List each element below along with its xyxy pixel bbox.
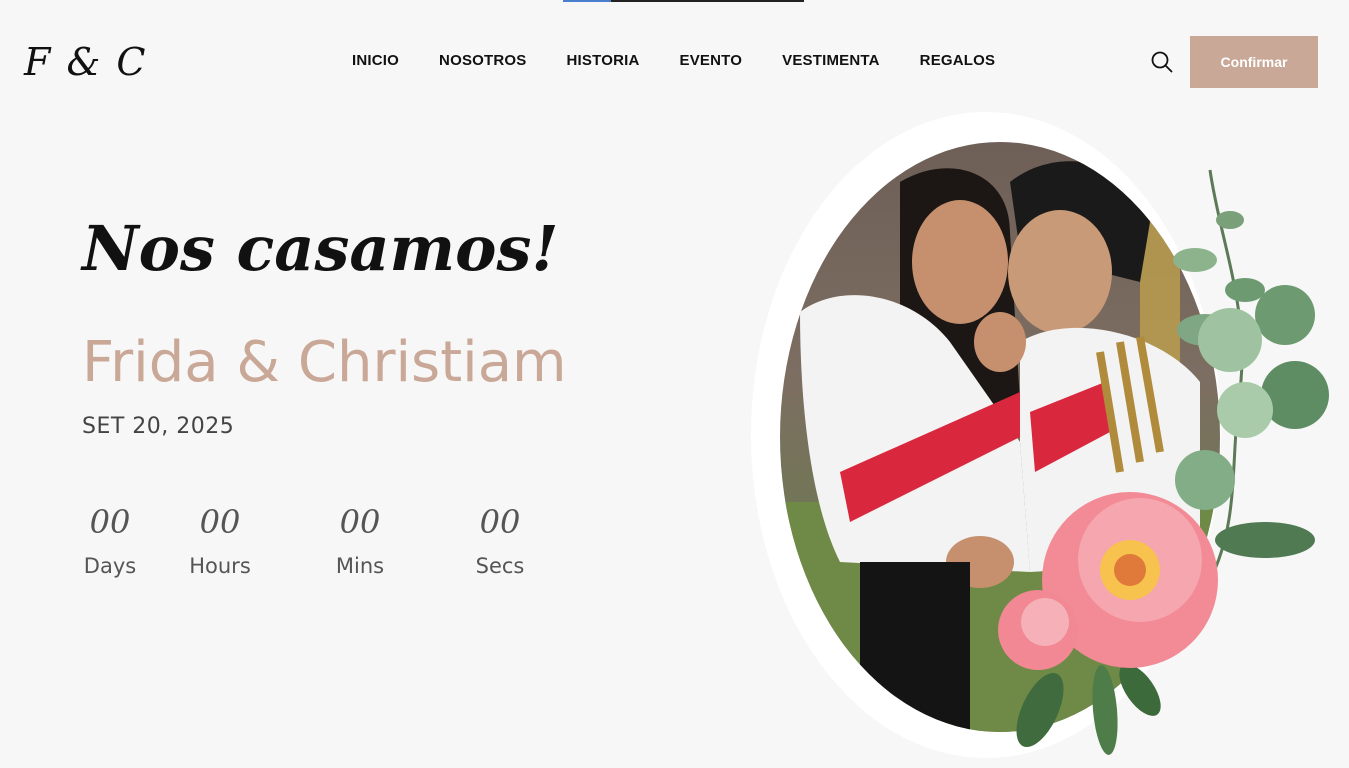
nav-evento[interactable]: EVENTO [680,52,743,69]
nav-historia[interactable]: HISTORIA [567,52,640,69]
countdown-days-label: Days [83,554,137,578]
couple-names: Frida & Christiam [82,330,567,395]
countdown-hours-value: 00 [199,503,241,541]
countdown-mins-label: Mins [335,554,385,578]
countdown-mins-value: 00 [339,503,381,541]
wedding-date: SET 20, 2025 [82,414,235,439]
nav-regalos[interactable]: REGALOS [920,52,996,69]
main-nav: INICIO NOSOTROS HISTORIA EVENTO VESTIMEN… [352,52,995,69]
site-logo[interactable]: F & C [24,40,147,84]
countdown-hours: 00 Hours [150,502,290,578]
search-icon[interactable] [1150,50,1174,74]
countdown-secs-value: 00 [479,503,521,541]
countdown-hours-label: Hours [189,554,251,578]
countdown-secs-label: Secs [475,554,525,578]
countdown-days: 00 Days [70,502,150,578]
nav-nosotros[interactable]: NOSOTROS [439,52,526,69]
flower-bouquet [998,169,1329,755]
countdown-secs: 00 Secs [430,502,570,578]
site-header: F & C INICIO NOSOTROS HISTORIA EVENTO VE… [0,0,1349,120]
hero-title: Nos casamos! [82,212,559,285]
countdown: 00 Days 00 Hours 00 Mins 00 Secs [70,502,570,578]
countdown-days-value: 00 [89,503,131,541]
countdown-mins: 00 Mins [290,502,430,578]
confirm-button[interactable]: Confirmar [1190,36,1318,88]
nav-inicio[interactable]: INICIO [352,52,399,69]
nav-vestimenta[interactable]: VESTIMENTA [782,52,880,69]
